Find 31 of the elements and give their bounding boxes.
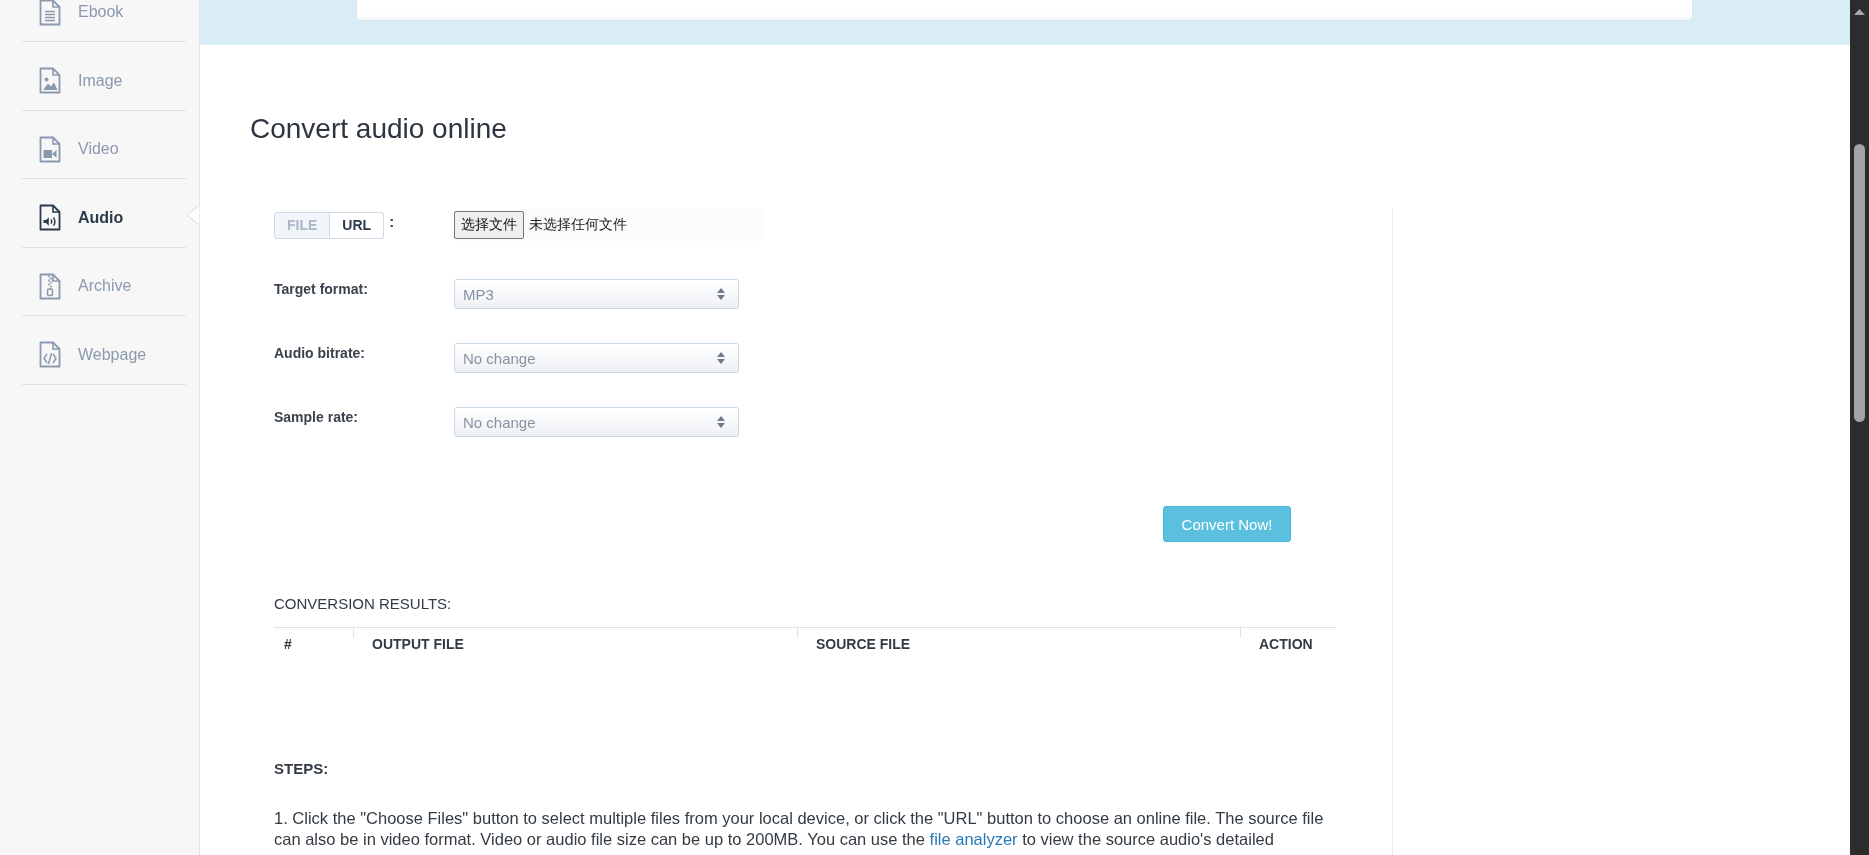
code-file-icon xyxy=(39,341,61,369)
select-field[interactable]: No change xyxy=(454,407,739,437)
up-down-arrows-icon xyxy=(717,416,725,428)
image-file-icon xyxy=(39,67,61,95)
document-lines-icon xyxy=(39,0,61,26)
field-label: Audio bitrate: xyxy=(274,344,366,363)
up-down-arrows-icon xyxy=(717,288,725,300)
field-label: Sample rate: xyxy=(274,408,360,427)
convert-button[interactable]: Convert Now! xyxy=(1163,506,1291,542)
up-down-arrows-icon xyxy=(717,352,725,364)
zip-file-icon xyxy=(39,272,61,300)
section-heading: CONVERSION RESULTS: xyxy=(274,594,453,614)
separator-text: : xyxy=(389,213,395,231)
video-file-icon xyxy=(39,135,61,163)
field-label: Target format: xyxy=(274,280,369,299)
choose-file-button[interactable]: 选择文件 xyxy=(454,211,524,239)
section-heading: STEPS: xyxy=(274,759,330,779)
select-field[interactable]: No change xyxy=(454,343,739,373)
page-title: Convert audio online xyxy=(250,113,508,145)
file-status-text: 未选择任何文件 xyxy=(529,216,627,234)
instructions-paragraph: 1. Click the "Choose Files" button to select multiple files from your local device, or click the "URL" button to choose an online file. The source file can also be in video format. Video or audio file size can be up to 200MB. You can use the file analyzer to view the source audio's detailed xyxy=(274,808,1325,850)
column-header: # xyxy=(283,635,293,654)
audio-file-icon xyxy=(39,204,61,232)
select-field[interactable]: MP3 xyxy=(454,279,739,309)
source-tab[interactable]: URL xyxy=(330,211,385,239)
scrollbar[interactable] xyxy=(1850,0,1869,855)
scroll-up-icon[interactable] xyxy=(1854,9,1865,15)
text-link[interactable]: file analyzer xyxy=(929,830,1018,848)
scrollbar-thumb[interactable] xyxy=(1854,144,1865,422)
pointer-icon xyxy=(186,204,200,226)
source-tab[interactable]: FILE xyxy=(274,211,331,239)
